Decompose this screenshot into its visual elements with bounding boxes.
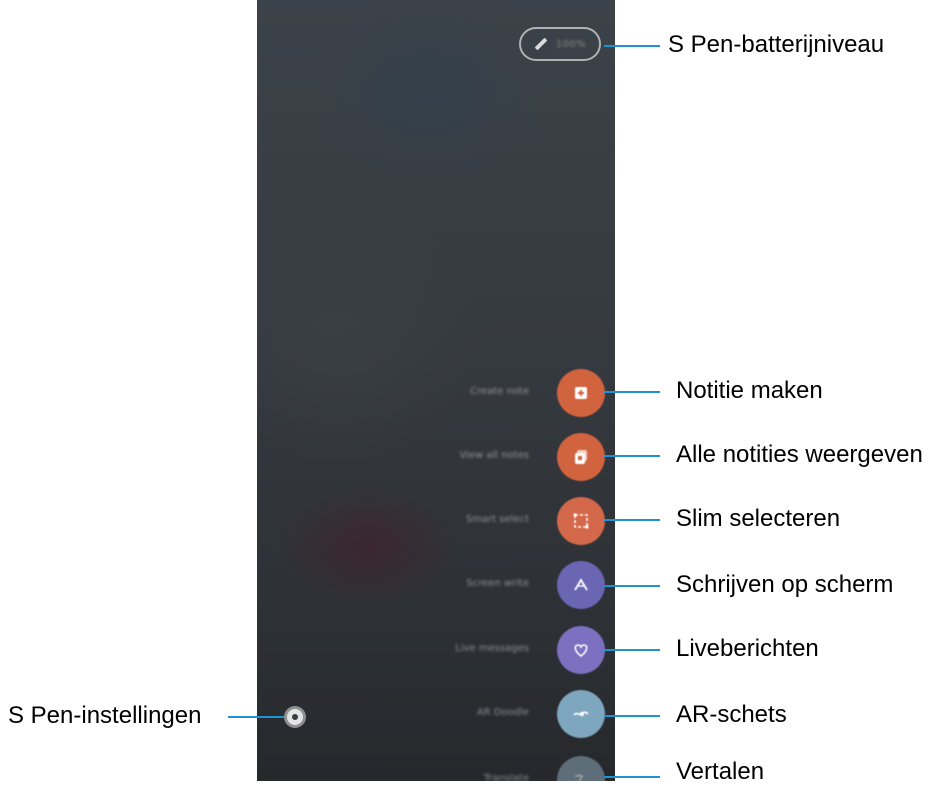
live-messages-leader-line <box>604 649 660 651</box>
translate-icon[interactable] <box>557 756 605 781</box>
ar-doodle-icon[interactable] <box>557 690 605 738</box>
callout-ar-doodle: AR-schets <box>676 701 787 728</box>
callout-settings: S Pen-instellingen <box>8 702 202 729</box>
notes-icon[interactable] <box>557 433 605 481</box>
callout-view-all-notes: Alle notities weergeven <box>676 441 923 468</box>
menu-item-live-messages[interactable]: Live messages <box>257 626 615 674</box>
smart-select-icon[interactable] <box>557 497 605 545</box>
menu-item-translate[interactable]: Translate <box>257 756 615 781</box>
menu-item-smart-select[interactable]: Smart select <box>257 497 615 545</box>
menu-item-label: Smart select <box>465 514 529 525</box>
gear-icon[interactable] <box>287 709 303 725</box>
menu-item-label: AR Doodle <box>476 707 529 718</box>
battery-indicator: 100% <box>519 27 601 61</box>
callout-live-messages: Liveberichten <box>676 635 819 662</box>
menu-item-label: View all notes <box>459 450 529 461</box>
note-add-icon[interactable] <box>557 369 605 417</box>
callout-smart-select: Slim selecteren <box>676 505 841 532</box>
ar-doodle-leader-line <box>604 715 660 717</box>
screen-write-icon[interactable] <box>557 561 605 609</box>
menu-item-label: Screen write <box>466 578 529 589</box>
view-notes-leader-line <box>604 455 660 457</box>
menu-item-screen-write[interactable]: Screen write <box>257 561 615 609</box>
menu-item-label: Translate <box>483 773 529 781</box>
menu-item-label: Live messages <box>455 643 529 654</box>
gear-center <box>292 714 298 720</box>
menu-item-ar-doodle[interactable]: AR Doodle <box>257 690 615 738</box>
settings-leader-line <box>228 716 284 718</box>
callout-screen-write: Schrijven op scherm <box>676 571 894 598</box>
create-note-leader-line <box>604 391 660 393</box>
pen-icon <box>534 37 548 51</box>
screen-write-leader-line <box>604 585 660 587</box>
callout-create-note: Notitie maken <box>676 377 823 404</box>
callout-battery: S Pen-batterijniveau <box>668 31 885 58</box>
smart-select-leader-line <box>604 519 660 521</box>
menu-item-create-note[interactable]: Create note <box>257 369 615 417</box>
menu-item-label: Create note <box>470 386 529 397</box>
callout-translate: Vertalen <box>676 758 765 785</box>
menu-item-view-all-notes[interactable]: View all notes <box>257 433 615 481</box>
phone-screen: 100% Create note View all notes Smart se… <box>257 0 615 781</box>
translate-leader-line <box>604 776 660 778</box>
live-message-icon[interactable] <box>557 626 605 674</box>
battery-level-text: 100% <box>555 38 587 50</box>
battery-leader-line <box>604 45 660 47</box>
